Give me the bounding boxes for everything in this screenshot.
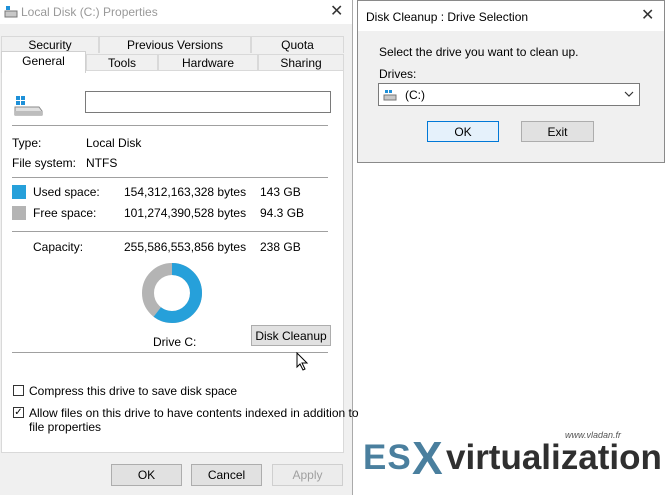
drives-label: Drives:: [379, 67, 417, 81]
dialog-title: Disk Cleanup : Drive Selection: [366, 10, 529, 24]
drives-select[interactable]: (C:): [378, 83, 640, 106]
tab-hardware[interactable]: Hardware: [158, 54, 258, 71]
tab-label: Previous Versions: [126, 38, 224, 52]
disk-cleanup-dialog: Disk Cleanup : Drive Selection ✕ Select …: [357, 0, 665, 163]
tab-sharing[interactable]: Sharing: [258, 54, 344, 71]
type-label: Type:: [12, 136, 42, 150]
used-space-bytes: 154,312,163,328 bytes: [124, 185, 247, 199]
close-icon[interactable]: ✕: [641, 8, 654, 24]
selected-drive: (C:): [405, 88, 425, 102]
tab-general[interactable]: General: [1, 51, 86, 73]
divider: [12, 125, 328, 126]
properties-window: Local Disk (C:) Properties ✕ Security Pr…: [0, 0, 359, 495]
tab-label: Hardware: [181, 56, 235, 70]
apply-button[interactable]: Apply: [272, 464, 343, 486]
drive-label: Drive C:: [153, 335, 197, 349]
usage-donut: [142, 263, 202, 323]
free-space-size: 94.3 GB: [260, 206, 305, 220]
watermark-es: ES: [363, 438, 412, 477]
index-label-line1: Allow files on this drive to have conten…: [29, 406, 359, 420]
tab-label: Security: [28, 38, 72, 52]
used-space-label: Used space:: [33, 185, 100, 199]
cancel-button[interactable]: Cancel: [191, 464, 262, 486]
disk-cleanup-button[interactable]: Disk Cleanup: [251, 325, 331, 346]
drive-name-input[interactable]: [85, 91, 331, 113]
free-space-bytes: 101,274,390,528 bytes: [124, 206, 247, 220]
watermark-rest: virtualization: [446, 438, 662, 477]
watermark-x: X: [412, 432, 444, 484]
dialog-ok-button[interactable]: OK: [427, 121, 499, 142]
esx-virtualization-watermark: www.vladan.fr ES X virtualization: [360, 425, 662, 485]
capacity-size: 238 GB: [260, 240, 301, 254]
drive-icon: [383, 90, 397, 101]
tab-label: Quota: [281, 38, 314, 52]
index-checkbox[interactable]: ✓: [13, 407, 24, 418]
used-space-size: 143 GB: [260, 185, 301, 199]
divider: [12, 177, 328, 178]
tab-label: Tools: [107, 56, 136, 70]
divider: [12, 352, 328, 353]
tab-quota[interactable]: Quota: [251, 36, 344, 53]
close-icon[interactable]: ✕: [330, 4, 343, 20]
divider: [12, 231, 328, 232]
dialog-titlebar: Disk Cleanup : Drive Selection ✕: [358, 1, 664, 31]
general-panel: Type: Local Disk File system: NTFS Used …: [1, 70, 359, 453]
tab-previous-versions[interactable]: Previous Versions: [99, 36, 251, 53]
tab-tools[interactable]: Tools: [86, 54, 158, 71]
file-system-label: File system:: [12, 156, 77, 170]
tab-label: General: [22, 54, 65, 68]
drive-icon: [4, 6, 18, 18]
compress-label: Compress this drive to save disk space: [29, 384, 238, 398]
properties-titlebar: Local Disk (C:) Properties ✕: [0, 0, 352, 24]
dialog-instruction: Select the drive you want to clean up.: [379, 45, 579, 59]
free-space-swatch: [12, 206, 26, 220]
exit-button[interactable]: Exit: [521, 121, 594, 142]
used-space-swatch: [12, 185, 26, 199]
ok-button[interactable]: OK: [111, 464, 182, 486]
type-value: Local Disk: [86, 136, 142, 150]
compress-checkbox[interactable]: [13, 385, 24, 396]
chevron-down-icon: [624, 91, 634, 97]
free-space-label: Free space:: [33, 206, 97, 220]
capacity-bytes: 255,586,553,856 bytes: [124, 240, 247, 254]
tab-label: Sharing: [280, 56, 322, 70]
mouse-cursor-icon: [296, 352, 309, 371]
properties-title: Local Disk (C:) Properties: [21, 5, 158, 19]
index-label-line2: file properties: [29, 420, 102, 434]
file-system-value: NTFS: [86, 156, 118, 170]
capacity-label: Capacity:: [33, 240, 84, 254]
hard-drive-icon: [14, 96, 43, 116]
checkmark-icon: ✓: [14, 407, 23, 418]
